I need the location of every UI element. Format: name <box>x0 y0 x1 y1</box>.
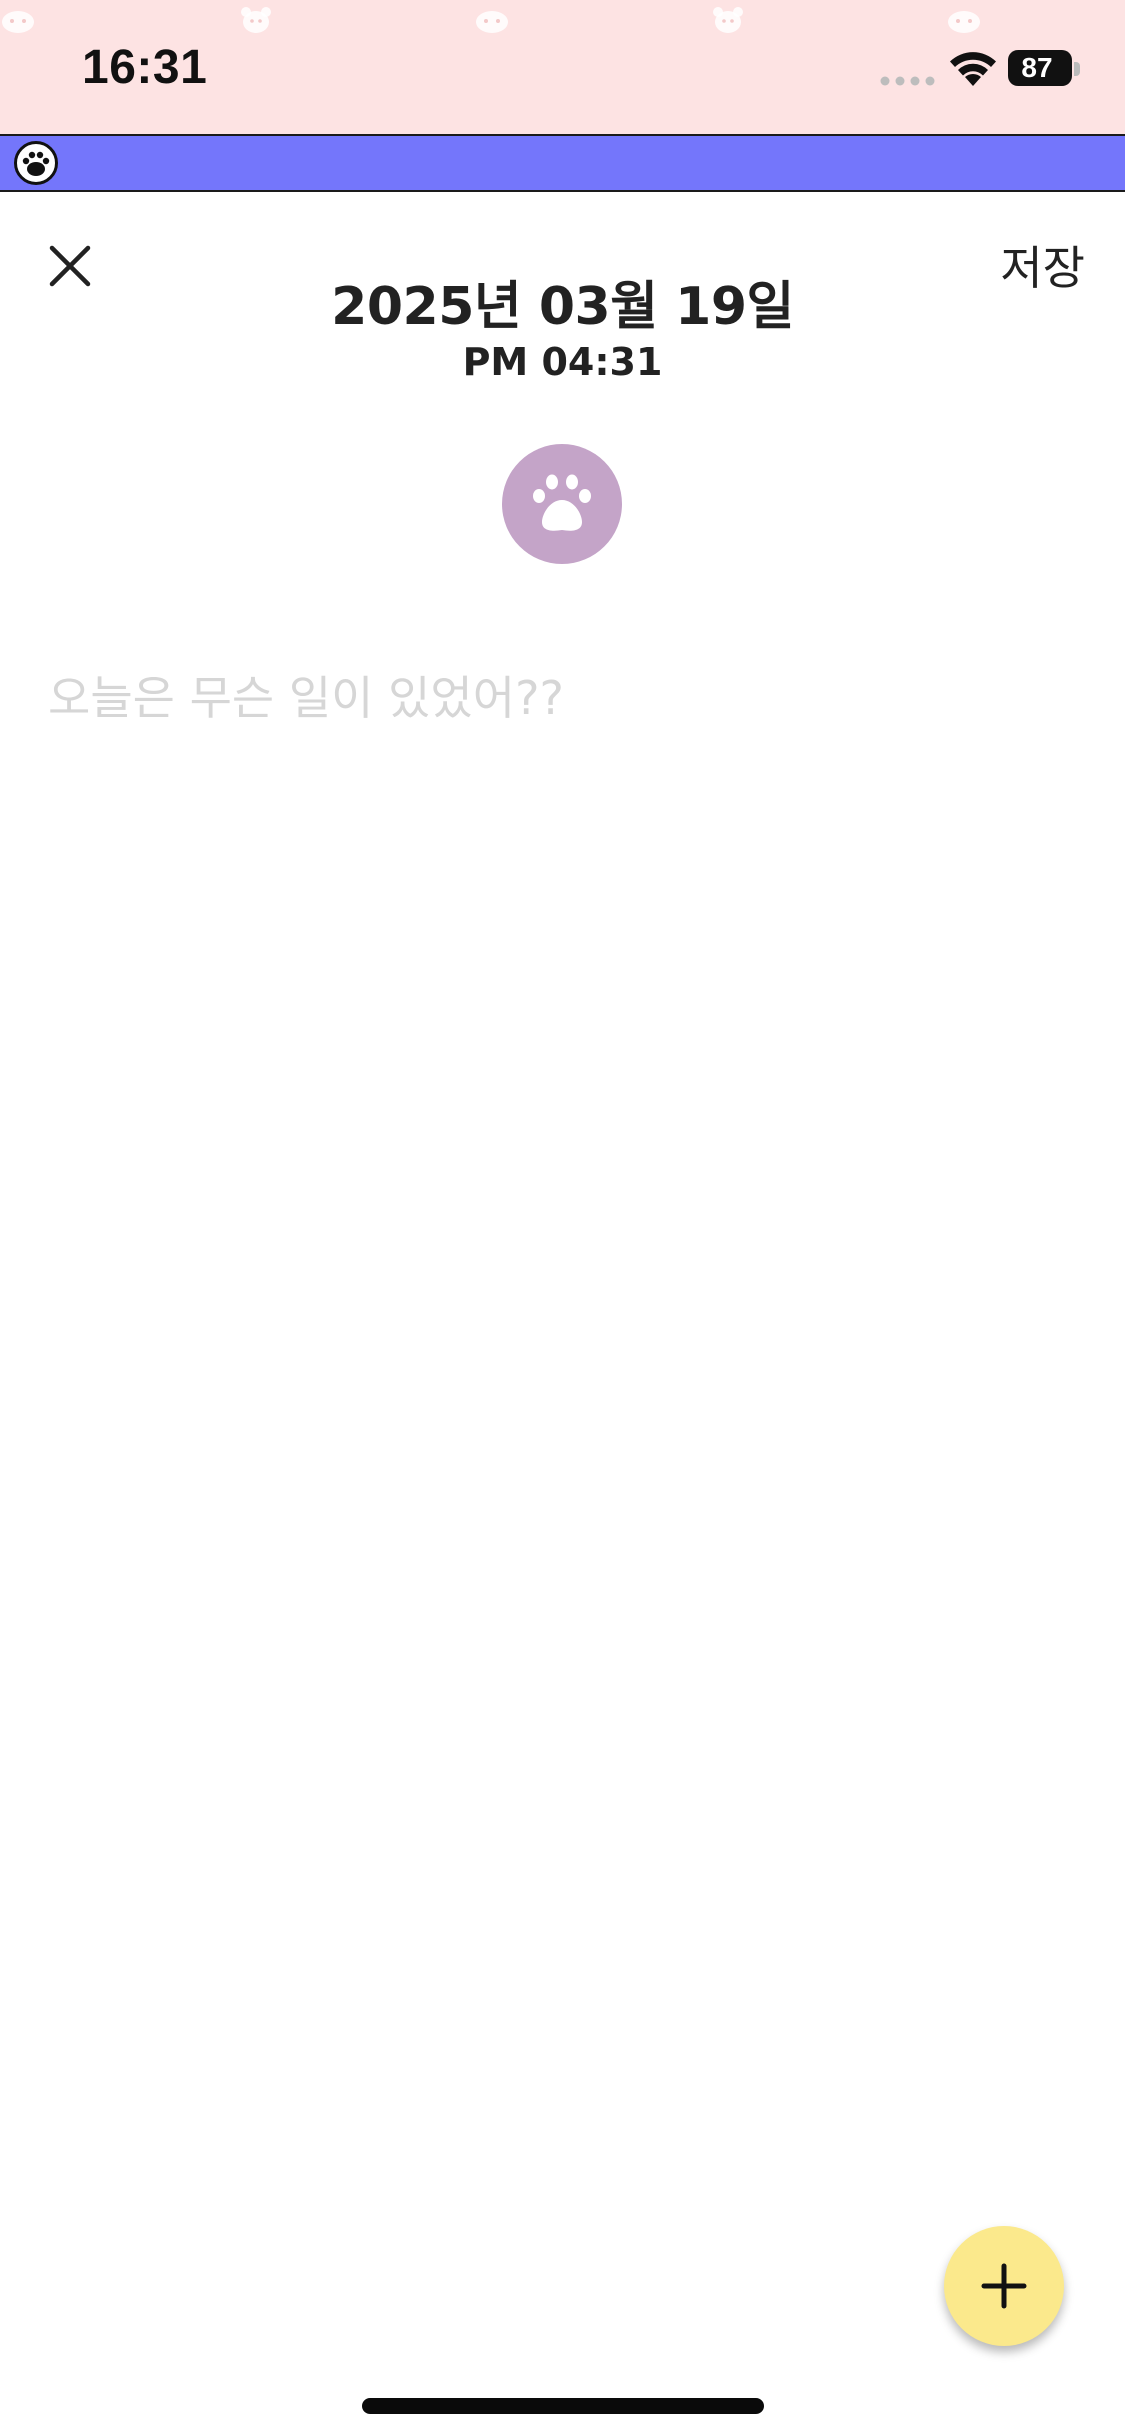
battery-level: 87 <box>1021 52 1053 83</box>
pattern-bear-icon <box>241 7 271 33</box>
battery-tip <box>1074 62 1080 76</box>
add-button[interactable] <box>944 2226 1064 2346</box>
pattern-bear-icon <box>713 7 743 33</box>
pattern-bunny-icon <box>476 11 508 33</box>
pattern-bunny-icon <box>2 11 34 33</box>
paw-icon <box>533 474 591 531</box>
pattern-bunny-icon <box>948 11 980 33</box>
plus-icon <box>981 2263 1027 2309</box>
status-time: 16:31 <box>82 41 208 94</box>
wifi-icon <box>950 52 996 86</box>
status-bar: 16:31 87 <box>0 0 1125 134</box>
battery-icon: 87 <box>1008 50 1074 86</box>
app-banner <box>0 134 1125 192</box>
entry-time: PM 04:31 <box>462 340 663 384</box>
diary-editor-screen: 16:31 87 저장 2025년 03월 19일 PM 04:31 오늘은 무… <box>0 0 1125 2436</box>
home-indicator[interactable] <box>362 2398 764 2414</box>
cellular-signal-icon <box>880 76 935 86</box>
mood-selector-button[interactable] <box>502 444 622 564</box>
entry-date: 2025년 03월 19일 <box>331 277 794 337</box>
paw-icon <box>14 141 58 185</box>
diary-text-input[interactable] <box>48 664 1078 2164</box>
